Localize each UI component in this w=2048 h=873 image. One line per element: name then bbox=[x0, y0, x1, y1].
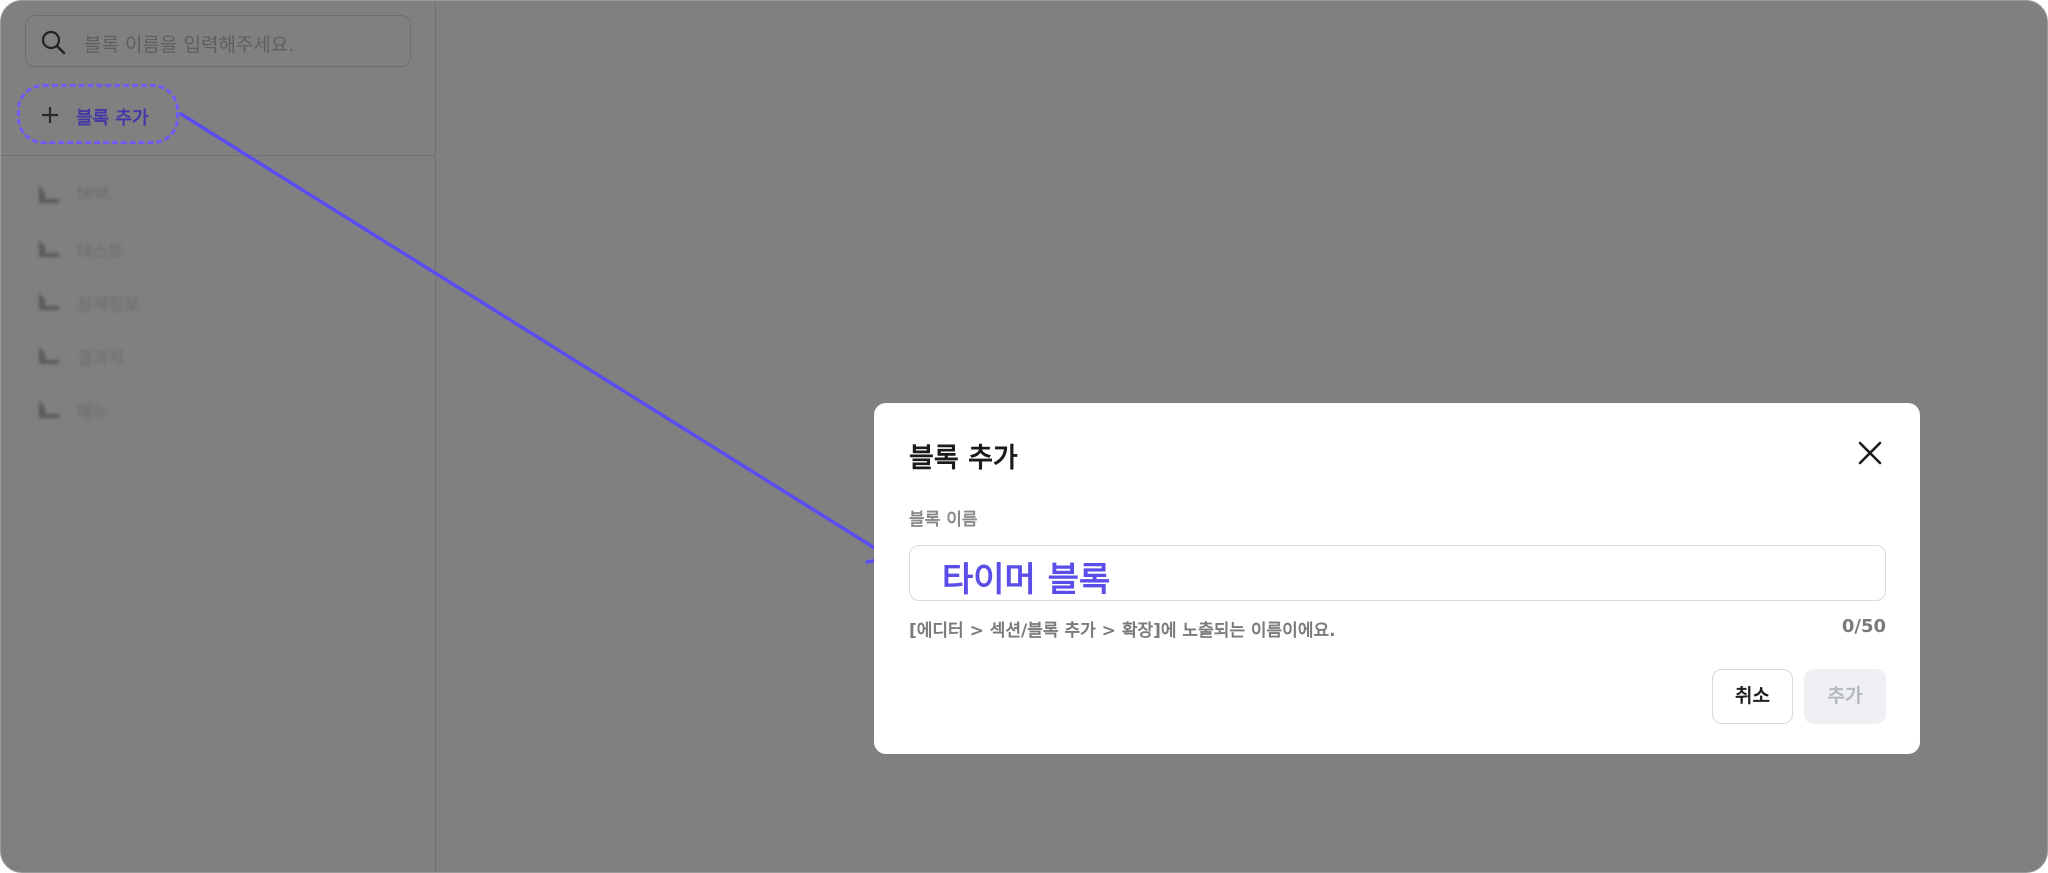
close-icon[interactable] bbox=[1856, 439, 1884, 467]
block-name-hint: [에디터 > 섹션/블록 추가 > 확장]에 노출되는 이름이에요. bbox=[909, 621, 1336, 641]
block-name-input[interactable]: 타이머 블록 bbox=[909, 545, 1886, 601]
block-name-label: 블록 이름 bbox=[909, 510, 978, 530]
cancel-button[interactable]: 취소 bbox=[1712, 669, 1793, 724]
dialog-title: 블록 추가 bbox=[909, 443, 1018, 474]
app-window: 블록 이름을 입력해주세요. 블록 추가 test 테스트 상세정보 결과지 메… bbox=[0, 0, 2048, 873]
char-counter: 0/50 bbox=[1841, 616, 1886, 637]
add-button[interactable]: 추가 bbox=[1804, 669, 1886, 724]
block-name-value: 타이머 블록 bbox=[942, 560, 1111, 600]
add-block-dialog: 블록 추가 블록 이름 타이머 블록 [에디터 > 섹션/블록 추가 > 확장]… bbox=[874, 403, 1920, 754]
